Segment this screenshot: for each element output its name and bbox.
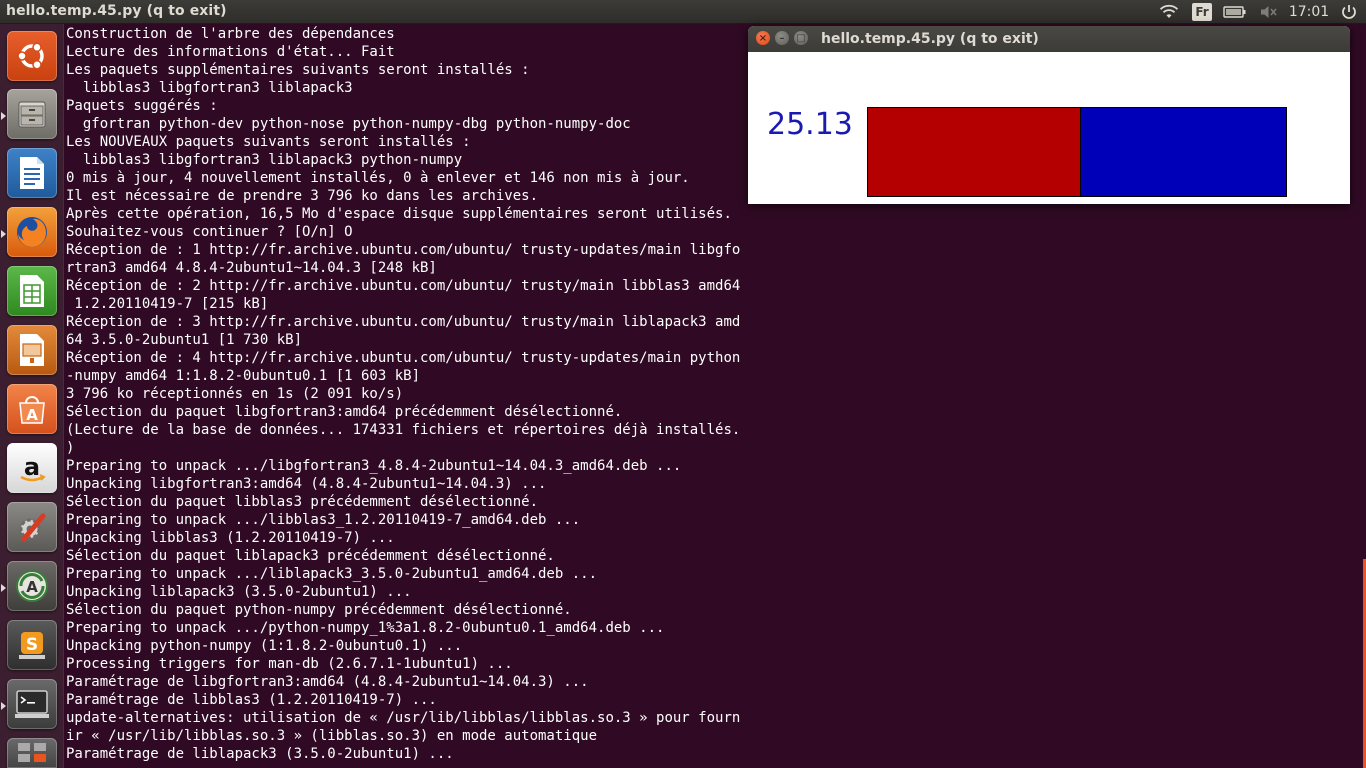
terminal-line: Unpacking libblas3 (1.2.20110419-7) ... <box>66 530 395 546</box>
terminal-line: Processing triggers for man-db (2.6.7.1-… <box>66 656 513 672</box>
volume-muted-icon[interactable] <box>1252 0 1286 24</box>
terminal-line: Construction de l'arbre des dépendances <box>66 26 395 42</box>
svg-text:A: A <box>26 578 38 596</box>
terminal-line: Sélection du paquet libblas3 précédemmen… <box>66 494 539 510</box>
maximize-icon[interactable]: □ <box>794 31 808 45</box>
terminal-line: ir « /usr/lib/libblas.so.3 » (libblas.so… <box>66 728 598 744</box>
terminal-line: 0 mis à jour, 4 nouvellement installés, … <box>66 170 690 186</box>
level-bar <box>867 107 1287 197</box>
terminal-icon[interactable] <box>7 679 57 729</box>
workspace-switcher-icon[interactable] <box>7 738 57 768</box>
terminal-line: ) <box>66 440 75 456</box>
libreoffice-writer-icon[interactable] <box>7 148 57 198</box>
terminal-line: Sélection du paquet python-numpy précéde… <box>66 602 572 618</box>
terminal-line: Réception de : 4 http://fr.archive.ubunt… <box>66 350 741 366</box>
terminal-line: 1.2.20110419-7 [215 kB] <box>66 296 269 312</box>
wifi-icon[interactable] <box>1152 0 1186 24</box>
terminal-line: Les paquets supplémentaires suivants ser… <box>66 62 530 78</box>
temperature-value: 25.13 <box>767 107 853 142</box>
level-bar-remaining <box>1081 108 1286 196</box>
running-indicator <box>1 230 6 238</box>
terminal-line: Lecture des informations d'état... Fait <box>66 44 395 60</box>
amazon-icon[interactable]: a <box>7 443 57 493</box>
svg-text:a: a <box>24 453 40 481</box>
running-indicator <box>1 702 6 710</box>
terminal-line: (Lecture de la base de données... 174331… <box>66 422 741 438</box>
libreoffice-calc-icon[interactable] <box>7 266 57 316</box>
terminal-line: Preparing to unpack .../liblapack3_3.5.0… <box>66 566 598 582</box>
sublime-text-icon[interactable]: S <box>7 620 57 670</box>
terminal-line: Paramétrage de liblapack3 (3.5.0-2ubuntu… <box>66 746 454 762</box>
terminal-line: Unpacking liblapack3 (3.5.0-2ubuntu1) ..… <box>66 584 412 600</box>
battery-icon[interactable] <box>1218 0 1252 24</box>
libreoffice-impress-icon[interactable] <box>7 325 57 375</box>
terminal-line: 64 3.5.0-2ubuntu1 [1 730 kB] <box>66 332 303 348</box>
system-settings-icon[interactable] <box>7 502 57 552</box>
terminal-output: Construction de l'arbre des dépendances L… <box>66 25 740 763</box>
power-icon[interactable] <box>1332 0 1366 24</box>
software-center-icon[interactable]: A <box>7 384 57 434</box>
terminal-line: Réception de : 2 http://fr.archive.ubunt… <box>66 278 741 294</box>
terminal-line: Preparing to unpack .../libgfortran3_4.8… <box>66 458 682 474</box>
level-bar-filled <box>868 108 1082 196</box>
top-panel: hello.temp.45.py (q to exit) Fr 17:01 <box>0 0 1366 24</box>
terminal-line: Sélection du paquet liblapack3 précédemm… <box>66 548 555 564</box>
terminal-line: Réception de : 3 http://fr.archive.ubunt… <box>66 314 741 330</box>
python-window-titlebar[interactable]: × – □ hello.temp.45.py (q to exit) <box>748 26 1350 52</box>
terminal-line: Les NOUVEAUX paquets suivants seront ins… <box>66 134 471 150</box>
running-indicator <box>1 584 6 592</box>
close-icon[interactable]: × <box>756 31 770 45</box>
terminal-line: Unpacking libgfortran3:amd64 (4.8.4-2ubu… <box>66 476 547 492</box>
python-window[interactable]: × – □ hello.temp.45.py (q to exit) 25.13 <box>748 26 1350 204</box>
terminal-line: Paramétrage de libgfortran3:amd64 (4.8.4… <box>66 674 589 690</box>
terminal-line: Sélection du paquet libgfortran3:amd64 p… <box>66 404 623 420</box>
terminal-line: Unpacking python-numpy (1:1.8.2-0ubuntu0… <box>66 638 463 654</box>
terminal-line: update-alternatives: utilisation de « /u… <box>66 710 741 726</box>
python-window-canvas: 25.13 <box>748 52 1350 204</box>
terminal-line: Après cette opération, 16,5 Mo d'espace … <box>66 206 732 222</box>
indicator-area: Fr 17:01 <box>1152 0 1366 24</box>
active-window-title: hello.temp.45.py (q to exit) <box>6 3 227 19</box>
svg-text:A: A <box>26 406 38 424</box>
terminal-line: Souhaitez-vous continuer ? [O/n] O <box>66 224 353 240</box>
svg-text:S: S <box>26 635 38 655</box>
keyboard-layout-indicator[interactable]: Fr <box>1186 0 1218 24</box>
keyboard-layout-label: Fr <box>1192 3 1212 21</box>
running-indicator <box>1 112 6 120</box>
ubuntu-dash-icon[interactable] <box>7 31 57 81</box>
clock[interactable]: 17:01 <box>1286 0 1332 24</box>
terminal-line: -numpy amd64 1:1.8.2-0ubuntu0.1 [1 603 k… <box>66 368 421 384</box>
terminal-line: Preparing to unpack .../libblas3_1.2.201… <box>66 512 581 528</box>
firefox-icon[interactable] <box>7 207 57 257</box>
terminal-line: 3 796 ko réceptionnés en 1s (2 091 ko/s) <box>66 386 404 402</box>
terminal-line: rtran3 amd64 4.8.4-2ubuntu1~14.04.3 [248… <box>66 260 437 276</box>
terminal-line: Preparing to unpack .../python-numpy_1%3… <box>66 620 665 636</box>
terminal-line: Paramétrage de libblas3 (1.2.20110419-7)… <box>66 692 437 708</box>
launcher: A a A S <box>0 24 64 768</box>
terminal-line: gfortran python-dev python-nose python-n… <box>66 116 631 132</box>
python-window-title: hello.temp.45.py (q to exit) <box>821 31 1039 47</box>
terminal-line: Paquets suggérés : <box>66 98 218 114</box>
terminal-line: Réception de : 1 http://fr.archive.ubunt… <box>66 242 741 258</box>
terminal-line: Il est nécessaire de prendre 3 796 ko da… <box>66 188 539 204</box>
files-icon[interactable] <box>7 89 57 139</box>
terminal-line: libblas3 libgfortran3 liblapack3 <box>66 80 353 96</box>
software-updater-icon[interactable]: A <box>7 561 57 611</box>
minimize-icon[interactable]: – <box>775 31 789 45</box>
terminal-line: libblas3 libgfortran3 liblapack3 python-… <box>66 152 463 168</box>
